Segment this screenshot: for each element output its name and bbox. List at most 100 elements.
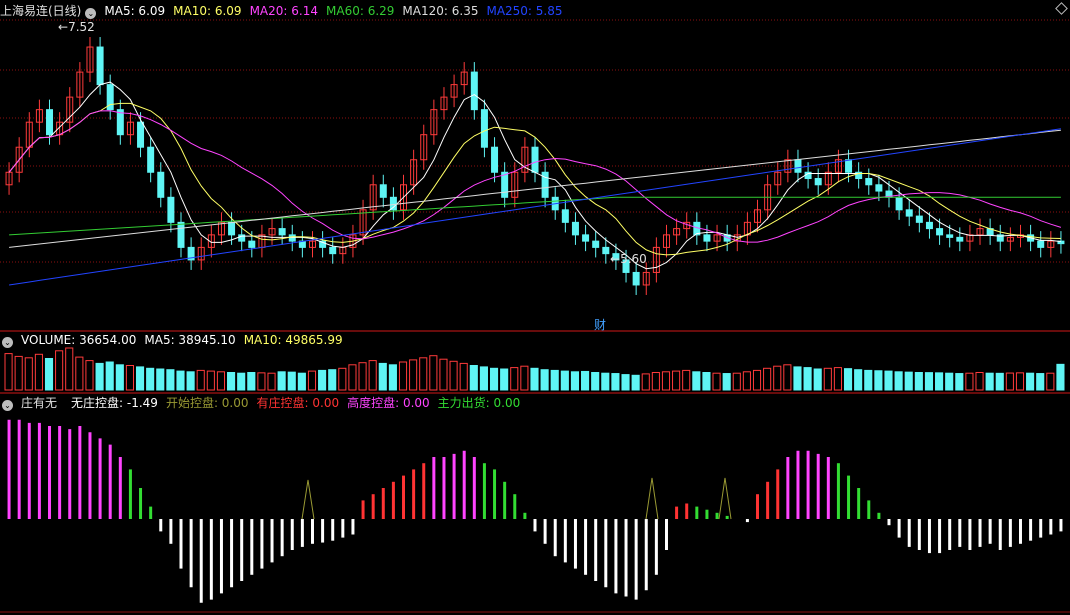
volume-bar: [287, 371, 296, 391]
volume-bar: [479, 366, 488, 391]
candle: [177, 221, 185, 248]
candle: [147, 146, 155, 173]
candle: [278, 228, 286, 236]
volume-bar: [975, 372, 984, 391]
indicator-label-1: 开始控盘: 0.00: [165, 396, 249, 410]
volume-bar: [257, 372, 266, 391]
candle: [480, 109, 488, 148]
candle: [703, 234, 711, 242]
volume-bar: [196, 369, 205, 391]
volume-bar: [651, 372, 660, 391]
volume-bar: [146, 367, 155, 391]
candle: [632, 271, 640, 286]
volume-bar: [560, 370, 569, 391]
volume-bar: [914, 372, 923, 391]
candle: [794, 159, 802, 173]
volume-bar: [530, 367, 539, 391]
volume-bar: [125, 365, 134, 391]
volume-bar: [712, 372, 721, 391]
volume-bar: [85, 360, 94, 391]
candle: [895, 196, 903, 211]
volume-bar: [803, 367, 812, 391]
candle: [875, 184, 883, 192]
chevron-down-icon[interactable]: ⌄: [2, 400, 13, 411]
volume-bar: [742, 371, 751, 391]
candle: [96, 46, 104, 86]
candle: [936, 228, 944, 236]
volume-bar: [823, 367, 832, 391]
volume-bar: [55, 350, 64, 391]
candle: [814, 178, 822, 186]
candle: [582, 234, 590, 242]
candle: [845, 159, 853, 173]
volume-bar: [833, 367, 842, 391]
volume-bar: [722, 373, 731, 391]
volume-bar: [1046, 372, 1055, 391]
volume-bar: [358, 362, 367, 391]
volume-label-2: MA10: 49865.99: [243, 333, 343, 347]
candle: [956, 236, 964, 242]
volume-bar: [732, 372, 741, 391]
candle: [531, 146, 539, 173]
volume-bar: [1005, 372, 1014, 391]
candle: [865, 178, 873, 186]
high-price-label: 7.52: [68, 20, 95, 34]
candle: [915, 215, 923, 223]
volume-bar: [95, 362, 104, 391]
volume-bar: [752, 369, 762, 391]
volume-bar: [439, 358, 448, 391]
volume-bar: [672, 370, 681, 391]
volume-bar: [763, 367, 772, 391]
volume-bar: [307, 370, 317, 391]
stock-title[interactable]: 上海易连(日线): [0, 4, 81, 18]
ma-label-0: MA5: 6.09: [104, 4, 166, 18]
volume-bar: [398, 361, 408, 391]
volume-bar: [348, 364, 357, 391]
candle: [571, 221, 579, 236]
candle: [137, 121, 145, 148]
volume-bar: [500, 368, 509, 391]
volume-bar: [4, 353, 13, 391]
candle: [946, 234, 954, 238]
volume-bar: [34, 353, 43, 391]
ma-label-2: MA20: 6.14: [249, 4, 318, 18]
volume-bar: [115, 364, 124, 391]
candle: [167, 196, 175, 223]
candle: [501, 171, 509, 198]
low-price-marker: ←5.60: [610, 252, 647, 266]
volume-bar: [591, 372, 600, 391]
volume-bar: [884, 370, 893, 391]
chevron-down-icon[interactable]: ⌄: [85, 8, 97, 19]
candle: [592, 240, 600, 248]
stock-chart-canvas[interactable]: [0, 0, 1070, 615]
candle: [46, 109, 54, 136]
volume-bar: [24, 357, 33, 391]
candle: [1037, 240, 1045, 248]
volume-bar: [520, 365, 529, 391]
indicator-label-4: 主力出货: 0.00: [437, 396, 521, 410]
volume-bar: [227, 372, 236, 391]
price-panel-header: 上海易连(日线) ⌄ MA5: 6.09 MA10: 6.09 MA20: 6.14 MA…: [0, 2, 579, 20]
candle: [602, 246, 610, 255]
volume-bar: [773, 365, 782, 391]
start-control-marker: [645, 477, 659, 520]
volume-bar: [641, 373, 650, 391]
volume-bar: [550, 369, 559, 391]
finance-marker[interactable]: 财: [594, 316, 606, 333]
volume-bar: [44, 358, 54, 391]
volume-bar: [995, 372, 1004, 391]
candle: [329, 246, 337, 255]
candle: [925, 221, 933, 230]
candle: [905, 209, 913, 217]
volume-bar: [945, 372, 954, 391]
volume-bar: [793, 366, 802, 391]
chevron-down-icon[interactable]: ⌄: [2, 337, 13, 348]
ma-line-ma60: [9, 196, 1061, 236]
indicator-name[interactable]: 庄有无: [21, 396, 57, 410]
volume-bar: [368, 360, 377, 391]
ma-label-4: MA120: 6.35: [402, 4, 479, 18]
volume-bar: [540, 369, 549, 391]
volume-bar: [135, 366, 145, 391]
volume-bar: [924, 372, 934, 391]
volume-bar: [904, 371, 913, 391]
